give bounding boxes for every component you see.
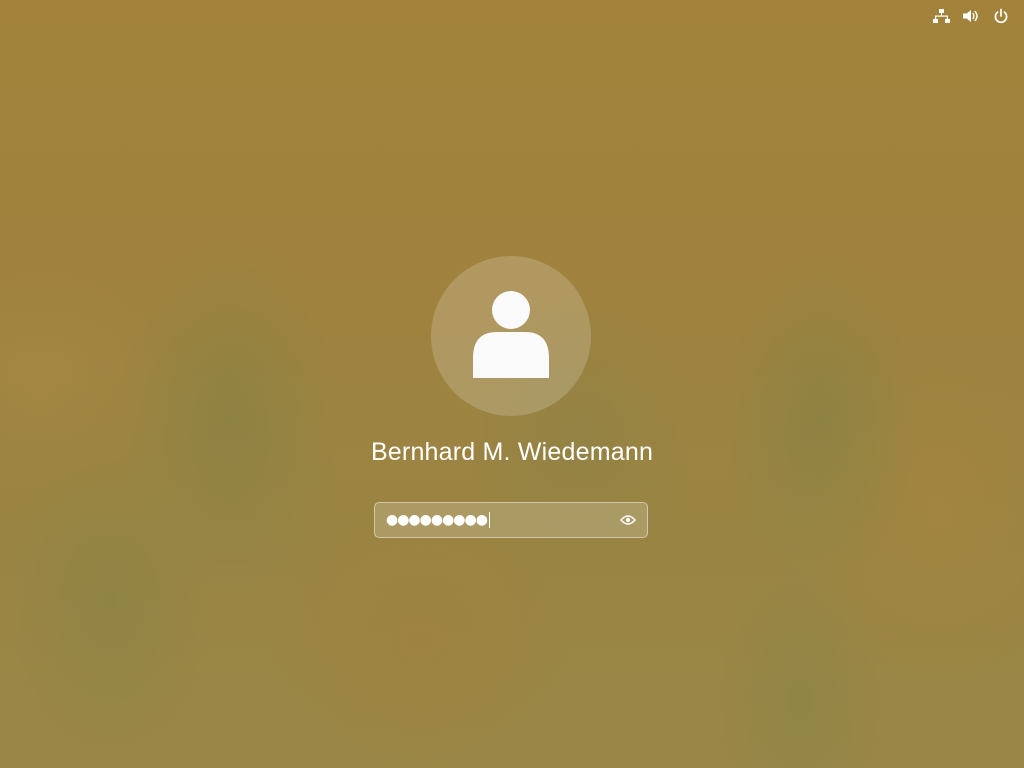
- user-silhouette-icon: [473, 291, 549, 378]
- text-caret: [488, 512, 490, 528]
- password-field[interactable]: ●●●●●●●●●: [374, 502, 648, 538]
- user-name: Bernhard M. Wiedemann: [370, 438, 654, 466]
- system-tray: [932, 6, 1010, 26]
- network-icon[interactable]: [932, 6, 950, 26]
- power-icon[interactable]: [992, 6, 1010, 26]
- volume-icon[interactable]: [962, 6, 980, 26]
- password-value: ●●●●●●●●●: [386, 512, 488, 528]
- eye-icon[interactable]: [619, 511, 637, 529]
- avatar: [431, 256, 591, 416]
